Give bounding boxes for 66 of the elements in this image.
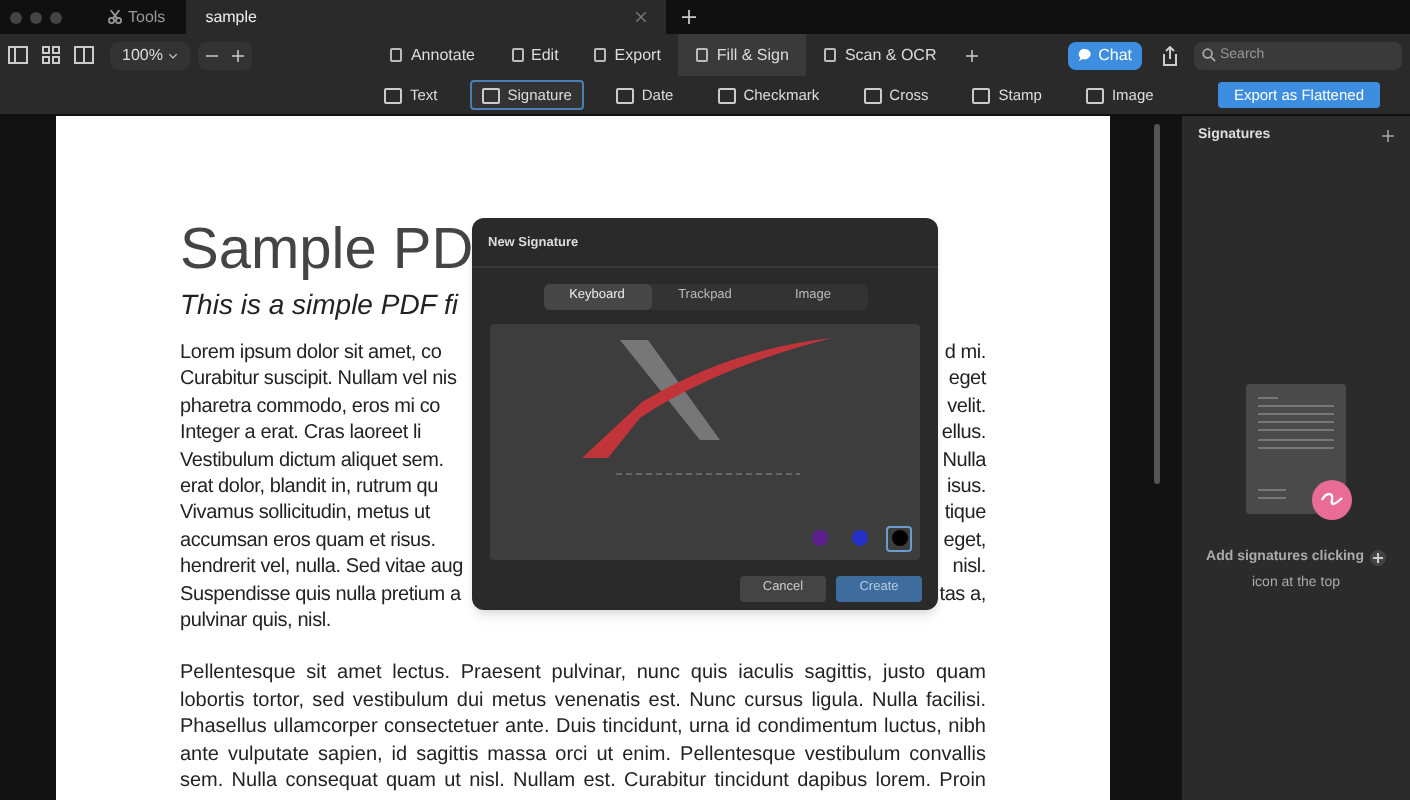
new-tab-icon[interactable] — [681, 10, 696, 24]
add-signature-icon[interactable] — [1382, 130, 1394, 142]
sidebar-icon[interactable] — [8, 46, 28, 64]
body-text: pharetra commodo, eros mi co — [180, 393, 441, 421]
mode-tab[interactable]: Scan & OCR — [806, 34, 955, 76]
tool-icon — [863, 87, 882, 103]
body-text: Pellentesque sit amet lectus. Praesent pulvinar, nunc quis iaculis sagittis, justo quam — [180, 660, 986, 688]
mode-tab[interactable]: Export — [576, 34, 679, 76]
grid-icon[interactable] — [42, 46, 60, 64]
tool-icon — [384, 87, 402, 103]
tab[interactable]: sample — [185, 0, 666, 34]
signature-document-drawing — [1246, 384, 1354, 524]
tab[interactable]: Tools — [88, 0, 186, 34]
body-text: ellus. — [941, 420, 986, 448]
tool-icon — [717, 87, 736, 103]
body-text: velit. — [947, 393, 986, 421]
document-subtitle: This is a simple PDF fi — [180, 286, 458, 324]
body-text: tique — [944, 500, 986, 528]
body-text: Lorem ipsum dolor sit amet, co — [180, 340, 442, 367]
zoom-dropdown[interactable]: 100% — [110, 41, 191, 69]
color-swatch[interactable] — [886, 525, 912, 552]
body-text: Curabitur suscipit. Nullam vel nis — [180, 366, 457, 394]
zoom-out-icon[interactable] — [206, 49, 219, 61]
tools-icon — [108, 10, 122, 24]
share-icon[interactable] — [1162, 45, 1178, 65]
body-text: sem. Nulla consequat quam ut nisl. Nullam est. Curabitur tincidunt dapibus lorem. Proin — [180, 768, 986, 795]
mode-tab[interactable]: Edit — [493, 34, 577, 76]
mode-icon — [824, 48, 837, 62]
plus-icon — [1369, 550, 1386, 567]
search-icon — [1202, 48, 1216, 62]
mode-icon — [390, 48, 403, 62]
body-text: nisl. — [952, 554, 986, 582]
mode-icon — [594, 48, 607, 62]
chat-icon — [1078, 48, 1093, 62]
document-title: Sample PD — [180, 216, 474, 284]
tool-icon — [972, 87, 991, 103]
body-text: Suspendisse quis nulla pretium a — [180, 581, 461, 609]
zoom-in-icon[interactable] — [232, 49, 245, 61]
mode-icon — [511, 48, 523, 62]
book-icon[interactable] — [74, 46, 94, 64]
body-text: Phasellus ullamcorper consectetuer ante. Duis tincidunt, urna id condimentum luctus, nibh — [180, 714, 986, 742]
body-text: Vestibulum dictum aliquet sem. — [180, 447, 444, 475]
body-text: Nulla — [942, 447, 986, 475]
add-mode-icon[interactable] — [966, 49, 979, 61]
tool-icon — [1085, 87, 1104, 103]
mode-icon — [696, 48, 709, 62]
body-text: tas a, — [939, 581, 986, 609]
body-text: accumsan eros quam et risus. — [180, 527, 436, 555]
mode-tab[interactable]: Annotate — [372, 34, 493, 76]
body-text: erat dolor, blandit in, rutrum qu — [180, 474, 439, 501]
body-text: lobortis tortor, sed vestibulum dui metus venenatis est. Nunc cursus ligula. Nulla facilisi. — [180, 687, 986, 715]
body-text: Integer a erat. Cras laoreet li — [180, 420, 422, 448]
scrollbar[interactable] — [1154, 124, 1160, 484]
body-text: ante vulputate sapien, id sagittis massa orci ut enim. Pellentesque vestibulum convallis — [180, 741, 986, 769]
mode-tab[interactable]: Fill & Sign — [678, 34, 807, 76]
chevron-down-icon — [168, 51, 179, 59]
tool-icon — [615, 87, 634, 103]
body-text: d mi. — [944, 340, 986, 367]
body-text: pulvinar quis, nisl. — [180, 608, 331, 635]
close-tab-icon[interactable] — [635, 12, 646, 22]
body-text: eget, — [943, 527, 986, 555]
body-text: eget — [948, 366, 986, 394]
tool-icon — [481, 87, 500, 103]
body-text: hendrerit vel, nulla. Sed vitae aug — [180, 554, 463, 582]
body-text: Vivamus sollicitudin, metus ut — [180, 500, 430, 528]
body-text: isus. — [946, 474, 986, 501]
